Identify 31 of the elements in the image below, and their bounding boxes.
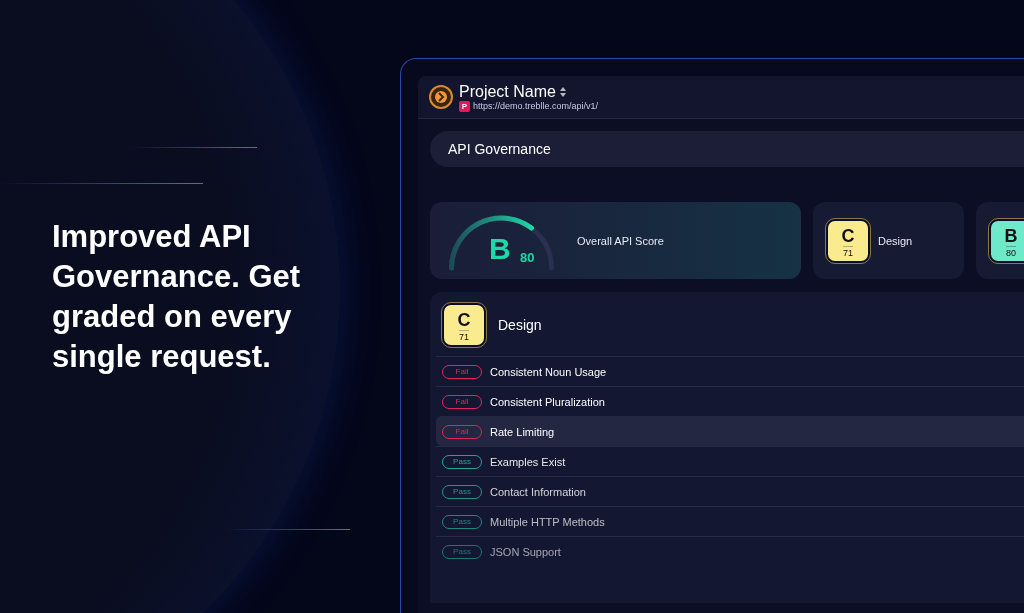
headline: Improved API Governance. Get graded on every single request. bbox=[52, 217, 302, 376]
grade-tile: C 71 bbox=[442, 303, 486, 347]
overall-grade: B bbox=[489, 233, 511, 264]
rule-label: Examples Exist bbox=[490, 455, 566, 468]
category-card[interactable]: C 71 Design bbox=[813, 202, 964, 279]
rule-label: JSON Support bbox=[490, 545, 561, 558]
project-logo-icon bbox=[429, 85, 453, 109]
rule-row[interactable]: Pass Contact Information bbox=[436, 476, 1024, 506]
rule-label: Rate Limiting bbox=[490, 425, 555, 438]
overall-label: Overall API Score bbox=[577, 234, 664, 247]
rule-row[interactable]: Fail Rate Limiting bbox=[436, 416, 1024, 446]
overall-score: 80 bbox=[520, 249, 535, 265]
rule-label: Multiple HTTP Methods bbox=[490, 515, 605, 528]
rule-row[interactable]: Pass JSON Support bbox=[436, 536, 1024, 566]
grade-tile: B 80 bbox=[989, 218, 1024, 263]
project-badge: P bbox=[459, 100, 470, 112]
rule-row[interactable]: Pass Examples Exist bbox=[436, 446, 1024, 476]
sort-icon[interactable] bbox=[559, 86, 566, 97]
overall-score-card[interactable]: B 80 Overall API Score bbox=[430, 202, 801, 279]
rule-row[interactable]: Pass Multiple HTTP Methods bbox=[436, 506, 1024, 536]
rule-label: Consistent Pluralization bbox=[490, 395, 605, 408]
rule-label: Consistent Noun Usage bbox=[490, 365, 607, 378]
detail-title: Design bbox=[498, 317, 542, 333]
project-name[interactable]: Project Name bbox=[459, 82, 556, 101]
section-title: API Governance bbox=[430, 131, 1024, 167]
rule-label: Contact Information bbox=[490, 485, 586, 498]
grade-tile: C 71 bbox=[826, 218, 870, 263]
category-card[interactable]: B 80 bbox=[976, 202, 1024, 279]
rule-row[interactable]: Fail Consistent Noun Usage bbox=[436, 356, 1024, 386]
project-url: https://demo.treblle.com/api/v1/ bbox=[473, 101, 599, 111]
category-label: Design bbox=[878, 234, 913, 247]
